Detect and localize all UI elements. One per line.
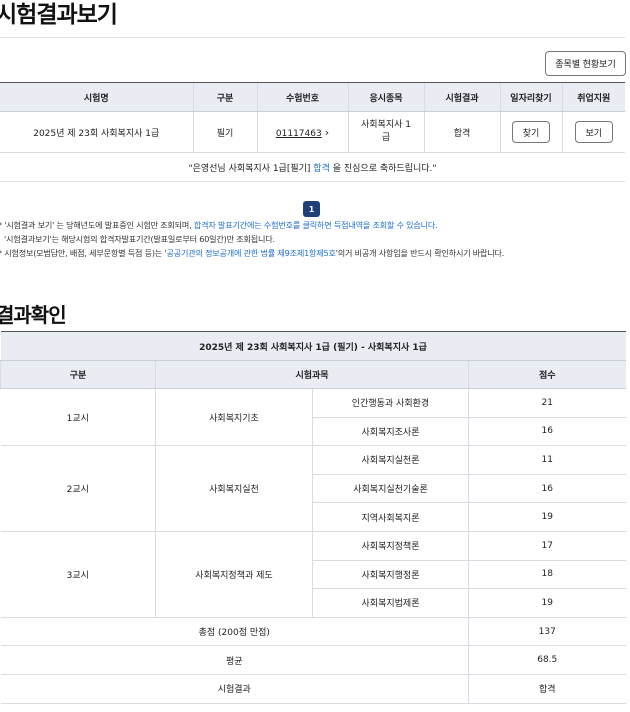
col-header-subject: 응시종목 xyxy=(347,82,424,112)
subject-score: 11 xyxy=(467,445,626,475)
employment-cell: 보기 xyxy=(561,111,625,153)
period-name: 1교시 xyxy=(0,388,156,447)
notice-item: * 시험정보(모범답안, 배점, 세부문항별 득점 등)는 '공공기관의 정보공… xyxy=(0,246,504,260)
col-header-exam-name: 시험명 xyxy=(0,82,193,112)
score-table: 2025년 제 23회 사회복지사 1급 (필기) - 사회복지사 1급 구분 … xyxy=(0,331,626,704)
table-row: 2교시 사회복지실천 사회복지실천론 11 xyxy=(0,445,626,532)
subject-name: 사회복지실천기술론 xyxy=(312,474,469,504)
subject-group: 사회복지정책과 제도 xyxy=(155,531,313,618)
congrats-highlight: 합격 xyxy=(313,163,330,174)
col-header-job-search: 일자리찾기 xyxy=(499,82,562,112)
summary-value: 137 xyxy=(467,617,626,647)
summary-value: 합격 xyxy=(467,674,626,704)
notice-list: * '시험결과 보기' 는 당해년도에 발표중인 시험만 조회되며, 합격자 발… xyxy=(0,218,504,260)
period-name: 2교시 xyxy=(0,445,156,532)
subject-name: 지역사회복지론 xyxy=(312,502,469,532)
congrats-row: "은영선님 사회복지사 1급[필기] 합격 을 진심으로 축하드립니다." xyxy=(0,152,625,182)
subject-name: 사회복지법제론 xyxy=(312,588,469,618)
subject-score: 16 xyxy=(467,417,626,447)
col-header-exam-number: 수험번호 xyxy=(256,82,348,112)
summary-row: 평균 68.5 xyxy=(0,645,626,675)
col-header-subjects: 시험과목 xyxy=(155,360,469,389)
subject-name: 인간행동과 사회환경 xyxy=(312,388,469,418)
subject-name: 사회복지행정론 xyxy=(312,560,469,590)
summary-row: 시험결과 합격 xyxy=(0,674,626,704)
subject-name: 사회복지정책론 xyxy=(312,531,469,561)
notice-highlight: 공공기관의 정보공개에 관한 법률 제9조제1항제5호 xyxy=(166,248,336,258)
employment-support-button[interactable]: 보기 xyxy=(574,121,613,143)
col-header-score: 점수 xyxy=(467,360,626,389)
results-table-header: 시험명 구분 수험번호 응시종목 시험결과 일자리찾기 취업지원 xyxy=(0,82,625,112)
status-by-subject-button[interactable]: 종목별 현황보기 xyxy=(545,51,626,76)
exam-subject: 사회복지사 1급 xyxy=(347,111,424,153)
subject-score: 18 xyxy=(467,560,626,590)
subject-score: 17 xyxy=(467,531,626,561)
summary-label: 총점 (200점 만점) xyxy=(0,617,469,647)
chevron-right-icon: › xyxy=(324,125,330,139)
summary-label: 시험결과 xyxy=(0,674,469,704)
subject-name: 사회복지조사론 xyxy=(312,417,469,447)
congrats-message: "은영선님 사회복지사 1급[필기] 합격 을 진심으로 축하드립니다." xyxy=(0,152,625,182)
exam-number-link[interactable]: 01117463 xyxy=(276,129,322,139)
notice-highlight: 합격자 발표기간에는 수험번호를 클릭하면 득점내역을 조회할 수 있습니다. xyxy=(193,220,438,230)
summary-label: 평균 xyxy=(0,645,469,675)
subject-score: 21 xyxy=(467,388,626,418)
page-title: 시험결과보기 xyxy=(0,2,118,28)
congrats-suffix: 을 진심으로 축하드립니다." xyxy=(329,163,437,174)
notice-text: '의거 비공개 사항임을 반드시 확인하시기 바랍니다. xyxy=(335,248,505,258)
exam-name: 2025년 제 23회 사회복지사 1급 xyxy=(0,111,193,153)
notice-item: * '시험결과 보기' 는 당해년도에 발표중인 시험만 조회되며, 합격자 발… xyxy=(0,218,504,232)
table-row: 2025년 제 23회 사회복지사 1급 필기 01117463 › 사회복지사 … xyxy=(0,111,625,153)
congrats-prefix: "은영선님 사회복지사 1급[필기] xyxy=(188,163,314,174)
job-search-button[interactable]: 찾기 xyxy=(512,121,550,143)
col-header-employment: 취업지원 xyxy=(561,82,625,112)
title-divider xyxy=(0,37,625,38)
table-row: 1교시 사회복지기초 인간행동과 사회환경 21 xyxy=(0,388,626,447)
summary-row: 총점 (200점 만점) 137 xyxy=(0,617,626,647)
subject-score: 16 xyxy=(467,474,626,504)
notice-text: * '시험결과 보기' 는 당해년도에 발표중인 시험만 조회되며, xyxy=(0,220,194,230)
period-name: 3교시 xyxy=(0,531,156,618)
section-title: 결과확인 xyxy=(0,303,67,327)
subject-score: 19 xyxy=(467,502,626,532)
summary-value: 68.5 xyxy=(467,645,626,675)
notice-text: * 시험정보(모범답안, 배점, 세부문항별 득점 등)는 ' xyxy=(0,248,167,258)
results-table: 시험명 구분 수험번호 응시종목 시험결과 일자리찾기 취업지원 2025년 제… xyxy=(0,82,625,182)
exam-category: 필기 xyxy=(192,111,257,153)
score-table-caption: 2025년 제 23회 사회복지사 1급 (필기) - 사회복지사 1급 xyxy=(0,331,626,361)
exam-result: 합격 xyxy=(423,111,500,153)
col-header-result: 시험결과 xyxy=(423,82,500,112)
pagination-page-1[interactable]: 1 xyxy=(303,201,320,217)
subject-group: 사회복지기초 xyxy=(155,388,313,447)
subject-name: 사회복지실천론 xyxy=(312,445,469,475)
col-header-category: 구분 xyxy=(192,82,257,112)
job-search-cell: 찾기 xyxy=(499,111,562,153)
notice-item: '시험결과보기'는 해당시험의 합격자발표기간(발표일로부터 60일간)만 조회… xyxy=(4,234,275,244)
subject-group: 사회복지실천 xyxy=(155,445,313,532)
col-header-category: 구분 xyxy=(0,360,156,389)
table-row: 3교시 사회복지정책과 제도 사회복지정책론 17 xyxy=(0,531,626,618)
subject-score: 19 xyxy=(467,588,626,618)
exam-number-cell: 01117463 › xyxy=(256,111,348,153)
